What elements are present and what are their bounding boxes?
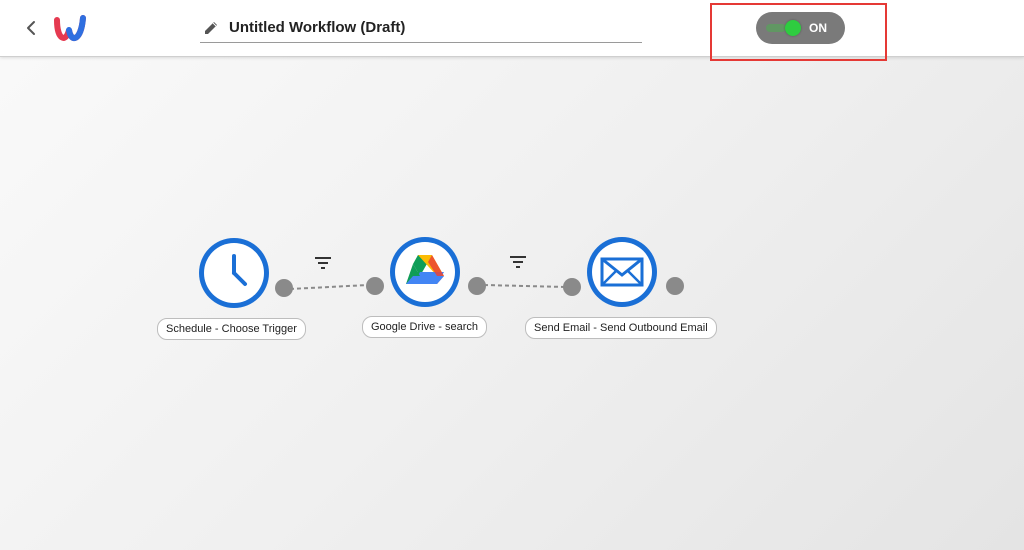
app-logo[interactable]: [52, 10, 88, 46]
workflow-title-field[interactable]: Untitled Workflow (Draft): [200, 14, 642, 43]
filter-icon[interactable]: [509, 255, 527, 269]
google-drive-icon: [406, 255, 444, 284]
chevron-left-icon: [27, 21, 35, 35]
node-google-drive-input-port[interactable]: [366, 277, 384, 295]
node-label[interactable]: Google Drive - search: [362, 316, 487, 338]
workflow-title: Untitled Workflow (Draft): [229, 19, 406, 36]
node-send-email[interactable]: [587, 237, 657, 307]
connector-line-2: [484, 284, 566, 288]
toggle-track: [766, 24, 786, 32]
toggle-state-label: ON: [809, 21, 827, 35]
node-google-drive-output-port[interactable]: [468, 277, 486, 295]
pencil-icon: [205, 22, 217, 34]
clock-icon: [232, 254, 247, 286]
node-google-drive[interactable]: [390, 237, 460, 307]
toggle-knob: [785, 20, 801, 36]
node-send-email-output-port[interactable]: [666, 277, 684, 295]
connector-line-1: [290, 284, 368, 290]
node-label[interactable]: Send Email - Send Outbound Email: [525, 317, 717, 339]
envelope-icon: [600, 257, 644, 287]
back-button[interactable]: [22, 17, 42, 39]
workflow-on-off-toggle[interactable]: ON: [756, 12, 845, 44]
node-label[interactable]: Schedule - Choose Trigger: [157, 318, 306, 340]
node-schedule-output-port[interactable]: [275, 279, 293, 297]
node-schedule[interactable]: [199, 238, 269, 308]
logo-icon: [54, 15, 86, 41]
filter-icon[interactable]: [314, 256, 332, 270]
node-send-email-input-port[interactable]: [563, 278, 581, 296]
top-bar: Untitled Workflow (Draft) ON: [0, 0, 1024, 61]
